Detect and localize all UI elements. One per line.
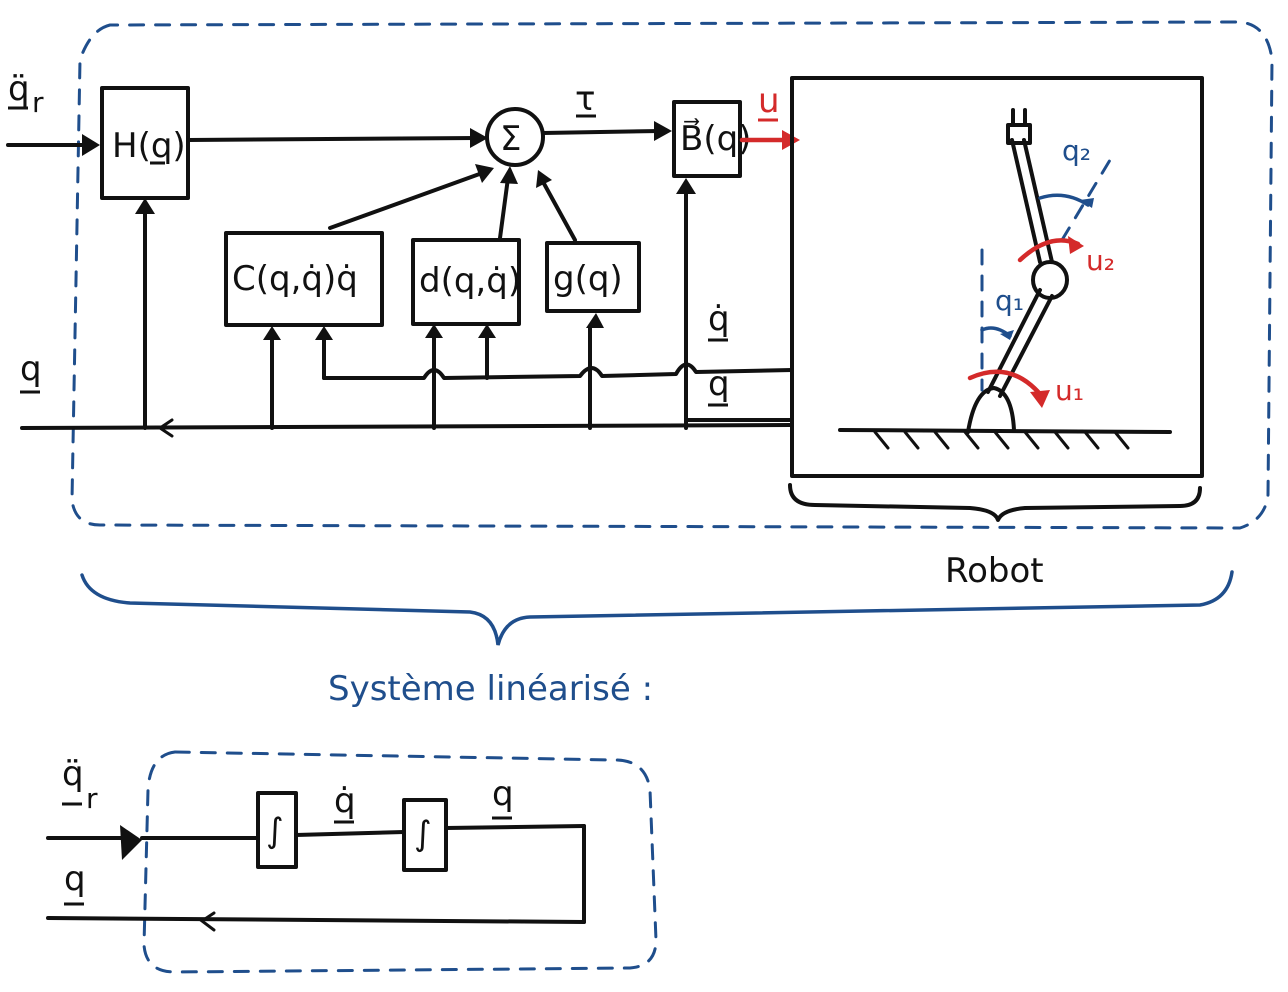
q-left-label: q	[20, 349, 42, 394]
block-sum-label: Σ	[500, 119, 521, 159]
robot-box	[790, 76, 1204, 478]
lin-q-left-label: q	[64, 859, 86, 906]
linearized-dashed-boundary	[142, 750, 658, 974]
q-feedback-line	[20, 423, 792, 430]
qdot-right-label: q̇	[708, 299, 730, 342]
block-diagram-canvas: q̈ r H(q) Σ τ B⃗(q) u C(q,q̇)q̇ d(q,q̇) …	[6, 20, 1274, 974]
lin-q-label: q	[492, 774, 514, 820]
robot-brace	[788, 483, 1202, 522]
svg-text:τ: τ	[575, 79, 595, 119]
linearized-caption: Système linéarisé :	[328, 669, 653, 709]
svg-text:q̈: q̈	[62, 754, 84, 794]
svg-text:r: r	[32, 86, 44, 119]
svg-text:q: q	[708, 364, 730, 404]
svg-text:q̇: q̇	[708, 299, 730, 339]
robot-joint-2	[1031, 260, 1069, 300]
system-brace	[80, 570, 1234, 646]
signal-tau-label: τ	[575, 79, 596, 119]
svg-text:q: q	[20, 349, 42, 389]
svg-text:q: q	[64, 859, 86, 899]
lin-qdot-label: q̇	[334, 781, 356, 824]
signal-u-label: u	[758, 81, 780, 122]
block-d-label: d(q,q̇)	[419, 261, 521, 301]
svg-text:q: q	[492, 774, 514, 814]
robot-q1-label: q₁	[995, 284, 1024, 317]
robot-q2-label: q₂	[1062, 134, 1091, 167]
robot-caption: Robot	[945, 551, 1044, 591]
integrator-2-label: ∫	[414, 814, 432, 854]
input-qddot-r-label: q̈ r	[8, 69, 44, 119]
svg-text:q̇: q̇	[334, 781, 356, 821]
q-right-label: q	[708, 364, 730, 407]
block-H-label: H(q)	[112, 126, 186, 166]
svg-text:u: u	[758, 81, 780, 121]
svg-text:r: r	[86, 782, 98, 815]
lin-input-label: q̈ r	[62, 754, 98, 815]
integrator-1-label: ∫	[266, 811, 284, 851]
input-arrowhead	[82, 134, 100, 156]
robot-u2-label: u₂	[1086, 244, 1115, 277]
block-g-label: g(q)	[553, 259, 623, 299]
block-C-label: C(q,q̇)q̇	[232, 259, 358, 299]
ground-hatching	[873, 430, 1130, 450]
svg-text:q̈: q̈	[8, 69, 30, 109]
robot-base	[966, 386, 1016, 434]
robot-u1-label: u₁	[1055, 374, 1084, 407]
